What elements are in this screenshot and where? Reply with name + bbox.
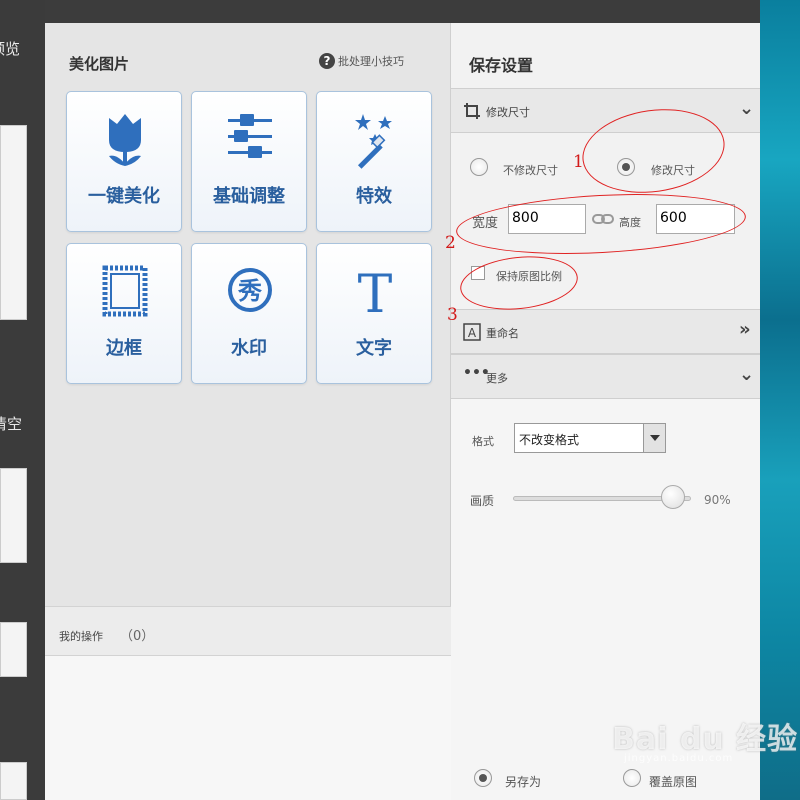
text-button[interactable]: T 文字 [316,243,432,384]
tips-link[interactable]: ? 批处理小技巧 [319,53,404,69]
tool-label: 文字 [356,338,392,359]
tool-label: 水印 [231,338,267,359]
svg-text:秀: 秀 [237,277,262,305]
chevron-double-down-icon: ⌄ [739,98,755,119]
dropdown-arrow-icon[interactable] [643,424,665,452]
save-as-radio[interactable] [474,769,492,787]
rename-a-icon: A [463,323,481,341]
quality-label: 画质 [470,494,495,508]
more-dots-icon: ••• [463,365,490,381]
tool-label: 基础调整 [213,186,285,207]
more-section-header[interactable]: ••• 更多 ⌄ [451,354,760,399]
thumbnail-3[interactable] [0,622,27,677]
more-section-label: 更多 [486,372,508,385]
top-bar [45,0,760,23]
thumbnail-2[interactable] [0,468,27,563]
clear-label[interactable]: 清空 [0,413,37,434]
thumbnail-4[interactable] [0,762,27,800]
magic-wand-icon [355,114,392,169]
quality-value: 90% [704,493,731,507]
resize-section-label: 修改尺寸 [486,106,530,119]
thumbnail-1[interactable] [0,125,27,320]
operations-label: 我的操作 [59,630,103,643]
tulip-icon [109,114,141,166]
sliders-icon [228,114,272,158]
rename-section-header[interactable]: A 重命名 » [451,309,760,354]
annotation-number: 1 [573,152,584,172]
frame-button[interactable]: 边框 [66,243,182,384]
basic-adjust-button[interactable]: 基础调整 [191,91,307,232]
desktop-background [760,0,800,800]
annotation-number: 3 [447,305,458,325]
annotation-number: 2 [445,233,456,253]
save-as-label: 另存为 [505,775,542,789]
crop-icon [464,103,480,119]
save-settings-title: 保存设置 [469,56,534,75]
tool-label: 一键美化 [88,186,160,207]
chevron-double-down-icon: ⌄ [739,364,755,385]
tool-label: 特效 [356,186,392,207]
operations-bar: 我的操作 （0） [45,606,451,656]
left-thumbnail-strip: 预览 清空 [0,0,45,800]
quality-slider-thumb[interactable] [661,485,686,509]
beautify-panel: 美化图片 ? 批处理小技巧 一键美化 基础调整 特效 边框 秀 水印 T 文字 … [45,23,451,800]
no-resize-radio[interactable] [470,158,488,176]
watermark-button[interactable]: 秀 水印 [191,243,307,384]
format-value: 不改变格式 [519,433,580,447]
baidu-watermark-url: jingyan.baidu.com [624,753,734,764]
overwrite-label: 覆盖原图 [649,775,698,789]
operations-list [45,656,451,800]
text-t-icon: T [358,265,393,322]
svg-text:A: A [468,326,477,340]
no-resize-label: 不修改尺寸 [503,164,558,177]
format-select[interactable]: 不改变格式 [514,423,666,453]
effects-button[interactable]: 特效 [316,91,432,232]
one-click-beautify-button[interactable]: 一键美化 [66,91,182,232]
xiu-seal-icon: 秀 [228,268,272,312]
baidu-watermark: Bai du 经验 [612,722,799,757]
chevron-double-right-icon: » [739,319,751,340]
operations-count: （0） [120,629,155,644]
format-label: 格式 [472,435,494,448]
beautify-title: 美化图片 [69,55,130,73]
tips-label: 批处理小技巧 [338,55,404,68]
overwrite-radio[interactable] [623,769,641,787]
rename-section-label: 重命名 [486,327,519,340]
svg-text:T: T [358,265,393,322]
preview-label: 预览 [0,40,21,58]
tool-label: 边框 [106,338,142,359]
help-icon: ? [319,53,335,69]
stamp-frame-icon [102,265,148,317]
